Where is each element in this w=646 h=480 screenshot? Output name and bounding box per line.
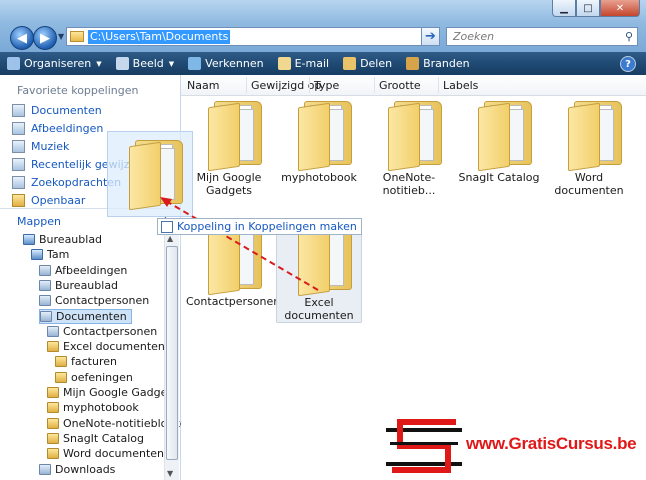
watermark-text: www.GratisCursus.be bbox=[466, 434, 637, 453]
drag-arrow bbox=[160, 197, 319, 291]
drag-tooltip: Koppeling in Koppelingen maken bbox=[157, 218, 362, 235]
shortcut-arrow-icon bbox=[161, 220, 173, 233]
drag-tooltip-text: Koppeling in Koppelingen maken bbox=[177, 220, 357, 233]
gratiscursus-logo-icon bbox=[386, 419, 462, 473]
watermark-logo: www.GratisCursus.be bbox=[386, 418, 642, 474]
